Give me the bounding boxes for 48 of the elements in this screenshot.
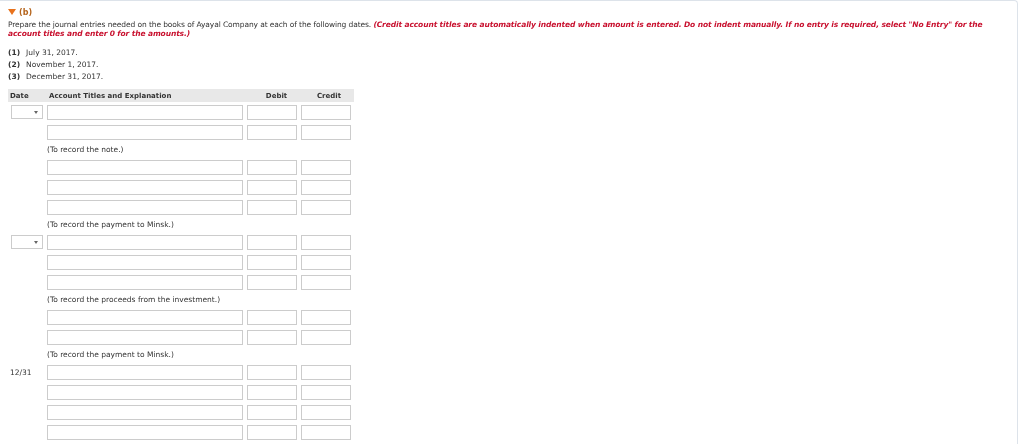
credit-field[interactable] [301, 384, 351, 400]
account-title-field[interactable] [47, 179, 243, 195]
collapse-triangle-icon[interactable] [8, 9, 16, 15]
credit-field[interactable] [301, 124, 351, 140]
debit-field[interactable] [247, 384, 297, 400]
account-title-field[interactable] [47, 124, 243, 140]
debit-field[interactable] [247, 254, 297, 270]
date-dropdown[interactable] [11, 235, 43, 249]
date-dropdown[interactable] [11, 105, 43, 119]
debit-field[interactable] [247, 424, 297, 440]
debit-field[interactable] [247, 179, 297, 195]
debit-field[interactable] [247, 274, 297, 290]
account-title-field[interactable] [47, 309, 243, 325]
account-title-field[interactable] [47, 234, 243, 250]
account-title-field[interactable] [47, 404, 243, 420]
account-title-field[interactable] [47, 364, 243, 380]
account-title-field[interactable] [47, 199, 243, 215]
account-title-field[interactable] [47, 274, 243, 290]
account-title-field[interactable] [47, 384, 243, 400]
credit-field[interactable] [301, 234, 351, 250]
credit-field[interactable] [301, 329, 351, 345]
caret-icon [34, 240, 38, 244]
debit-field[interactable] [247, 199, 297, 215]
section-label: (b) [19, 7, 33, 17]
account-title-field[interactable] [47, 159, 243, 175]
debit-field[interactable] [247, 234, 297, 250]
debit-field[interactable] [247, 329, 297, 345]
credit-field[interactable] [301, 309, 351, 325]
debit-field[interactable] [247, 404, 297, 420]
account-title-field[interactable] [47, 424, 243, 440]
credit-field[interactable] [301, 274, 351, 290]
credit-field[interactable] [301, 254, 351, 270]
credit-field[interactable] [301, 179, 351, 195]
debit-field[interactable] [247, 104, 297, 120]
debit-field[interactable] [247, 309, 297, 325]
credit-field[interactable] [301, 199, 351, 215]
account-title-field[interactable] [47, 104, 243, 120]
debit-field[interactable] [247, 364, 297, 380]
credit-field[interactable] [301, 364, 351, 380]
credit-field[interactable] [301, 404, 351, 420]
credit-field[interactable] [301, 104, 351, 120]
debit-field[interactable] [247, 159, 297, 175]
debit-field[interactable] [247, 124, 297, 140]
credit-field[interactable] [301, 159, 351, 175]
credit-field[interactable] [301, 424, 351, 440]
account-title-field[interactable] [47, 329, 243, 345]
caret-icon [34, 110, 38, 114]
account-title-field[interactable] [47, 254, 243, 270]
